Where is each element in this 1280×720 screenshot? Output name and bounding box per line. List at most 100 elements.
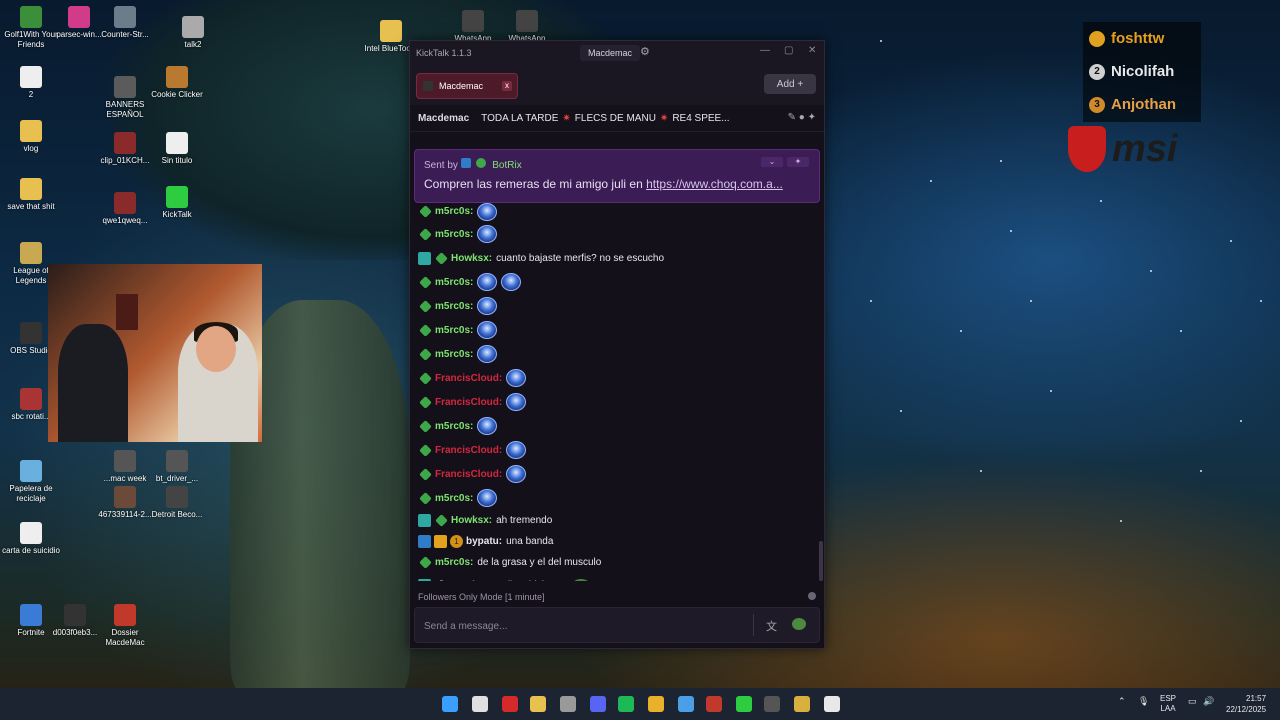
chat-message[interactable]: m5rc0s: (414, 318, 818, 342)
sub-badge-icon (419, 467, 432, 481)
desktop-icon[interactable]: Counter-Str... (94, 6, 156, 40)
translate-icon[interactable]: 文 (766, 618, 777, 634)
pinned-link[interactable]: https://www.choq.com.a... (646, 177, 783, 191)
desktop-icon[interactable]: Cookie Clicker (146, 66, 208, 100)
chat-username[interactable]: m5rc0s: (435, 349, 473, 360)
microphone-icon[interactable]: 🎙 (1138, 696, 1149, 707)
chat-message[interactable]: m5rc0s: (414, 222, 818, 246)
chat-message[interactable]: FrancisCloud: (414, 366, 818, 390)
chat-scrollbar[interactable] (819, 541, 823, 581)
clock-date: 22/12/2025 (1226, 705, 1267, 714)
desktop-icon[interactable]: save that shit (0, 178, 62, 212)
file-explorer-icon[interactable] (530, 696, 546, 712)
windows-start-icon[interactable] (442, 696, 458, 712)
pin-icon[interactable]: ✦ (808, 112, 816, 123)
speaker-icon[interactable]: 🔊 (1203, 696, 1214, 707)
desktop-app-icon (462, 10, 484, 32)
chrome-icon[interactable] (648, 696, 664, 712)
clock[interactable]: 21:57 22/12/2025 (1226, 693, 1266, 715)
msi-shield-icon (1068, 126, 1106, 172)
kick-icon[interactable] (736, 696, 752, 712)
chat-username[interactable]: m5rc0s: (435, 557, 473, 568)
chat-message[interactable]: m5rc0s: (414, 486, 818, 510)
desktop-icon[interactable]: bt_driver_... (146, 450, 208, 484)
display-icon[interactable]: ▭ (1188, 696, 1197, 707)
app-white-icon[interactable] (824, 696, 840, 712)
minimize-icon[interactable]: — (760, 45, 770, 56)
desktop-icon[interactable]: 2 (0, 66, 62, 100)
chat-username[interactable]: bypatu: (466, 536, 502, 547)
desktop-icon[interactable]: Sin titulo (146, 132, 208, 166)
chat-message[interactable]: Howksx: cuanto bajaste merfis? no se escu… (414, 246, 818, 270)
discord-icon[interactable] (590, 696, 606, 712)
desktop-icon[interactable]: KickTalk (146, 186, 208, 220)
chat-message[interactable]: m5rc0s: (414, 294, 818, 318)
chat-username[interactable]: m5rc0s: (435, 301, 473, 312)
gear-icon[interactable]: ⚙ (640, 45, 650, 58)
app-gray-icon[interactable] (560, 696, 576, 712)
app-blue-icon[interactable] (678, 696, 694, 712)
desktop-icon[interactable]: WhatsApp (442, 10, 504, 44)
chat-message[interactable]: m5rc0s: (414, 270, 818, 294)
pencil-icon[interactable]: ✎ (788, 112, 796, 123)
chevron-down-icon[interactable]: ⌄ (761, 157, 783, 167)
sub-badge-icon (419, 299, 432, 313)
chat-username[interactable]: m5rc0s: (435, 325, 473, 336)
chat-message[interactable]: m5rc0s: de la grasa y el del musculo (414, 552, 818, 573)
chat-username[interactable]: m5rc0s: (435, 421, 473, 432)
chat-message[interactable]: Howksx: q dieta hicistes? (414, 573, 818, 581)
chat-message[interactable]: m5rc0s: (414, 342, 818, 366)
chat-username[interactable]: m5rc0s: (435, 206, 473, 217)
tab-close-icon[interactable]: x (502, 81, 512, 91)
add-channel-button[interactable]: Add + (764, 74, 816, 94)
obs-icon[interactable] (764, 696, 780, 712)
chat-message[interactable]: m5rc0s: (414, 414, 818, 438)
chat-messages[interactable]: m5rc0s: m5rc0s: Howksx: cuanto bajaste merf… (414, 201, 818, 581)
desktop-icon[interactable]: talk2 (162, 16, 224, 50)
emote-picker-icon[interactable] (792, 618, 806, 630)
desktop-icon[interactable]: Detroit Beco... (146, 486, 208, 520)
chat-username[interactable]: Howksx: (451, 253, 492, 264)
app-red2-icon[interactable] (706, 696, 722, 712)
chat-username[interactable]: m5rc0s: (435, 229, 473, 240)
chat-username[interactable]: FrancisCloud: (435, 469, 502, 480)
chat-message[interactable]: FrancisCloud: (414, 462, 818, 486)
chevron-up-icon[interactable]: ⌃ (1118, 696, 1126, 707)
unpin-icon[interactable]: ✦ (787, 157, 809, 167)
star-dot (930, 180, 932, 182)
desktop-icon[interactable]: carta de suicidio (0, 522, 62, 556)
chat-username[interactable]: Howksx: (451, 515, 492, 526)
verified-badge-icon (460, 158, 471, 168)
chat-username[interactable]: m5rc0s: (435, 277, 473, 288)
chat-username[interactable]: FrancisCloud: (435, 373, 502, 384)
frog-emote-icon (571, 579, 590, 581)
app-red-icon[interactable] (502, 696, 518, 712)
chat-message[interactable]: m5rc0s: (414, 201, 818, 222)
app-yellow-icon[interactable] (794, 696, 810, 712)
chat-username[interactable]: FrancisCloud: (435, 445, 502, 456)
chat-message[interactable]: FrancisCloud: (414, 390, 818, 414)
chat-message[interactable]: 1 bypatu: una banda (414, 531, 818, 552)
maximize-icon[interactable]: ▢ (784, 45, 793, 56)
chat-input[interactable] (415, 608, 756, 644)
sub-badge-icon (419, 347, 432, 361)
chat-message[interactable]: Howksx: ah tremendo (414, 510, 818, 531)
info-icon[interactable] (808, 592, 816, 600)
desktop-icon[interactable]: vlog (0, 120, 62, 154)
spotify-icon[interactable] (618, 696, 634, 712)
chat-username[interactable]: m5rc0s: (435, 493, 473, 504)
titlebar-channel-chip[interactable]: Macdemac (580, 45, 641, 61)
chat-message[interactable]: FrancisCloud: (414, 438, 818, 462)
chat-username[interactable]: FrancisCloud: (435, 397, 502, 408)
search-icon[interactable] (472, 696, 488, 712)
tab-macdemac[interactable]: Macdemac x (416, 73, 518, 99)
user-icon[interactable]: ● (799, 112, 805, 123)
desktop-icon[interactable]: Dossier MacdeMac (94, 604, 156, 648)
chat-username[interactable]: Howksx: (451, 580, 492, 582)
desktop-icon[interactable]: Papelera de reciclaje (0, 460, 62, 504)
close-icon[interactable]: ✕ (808, 45, 816, 56)
desktop-icon[interactable]: WhatsApp (496, 10, 558, 44)
titlebar: KickTalk 1.1.3 Macdemac ⚙ — ▢ ✕ (410, 41, 824, 65)
language-indicator[interactable]: ESP LAA (1160, 694, 1176, 714)
pinned-author[interactable]: BotRix (492, 160, 521, 171)
